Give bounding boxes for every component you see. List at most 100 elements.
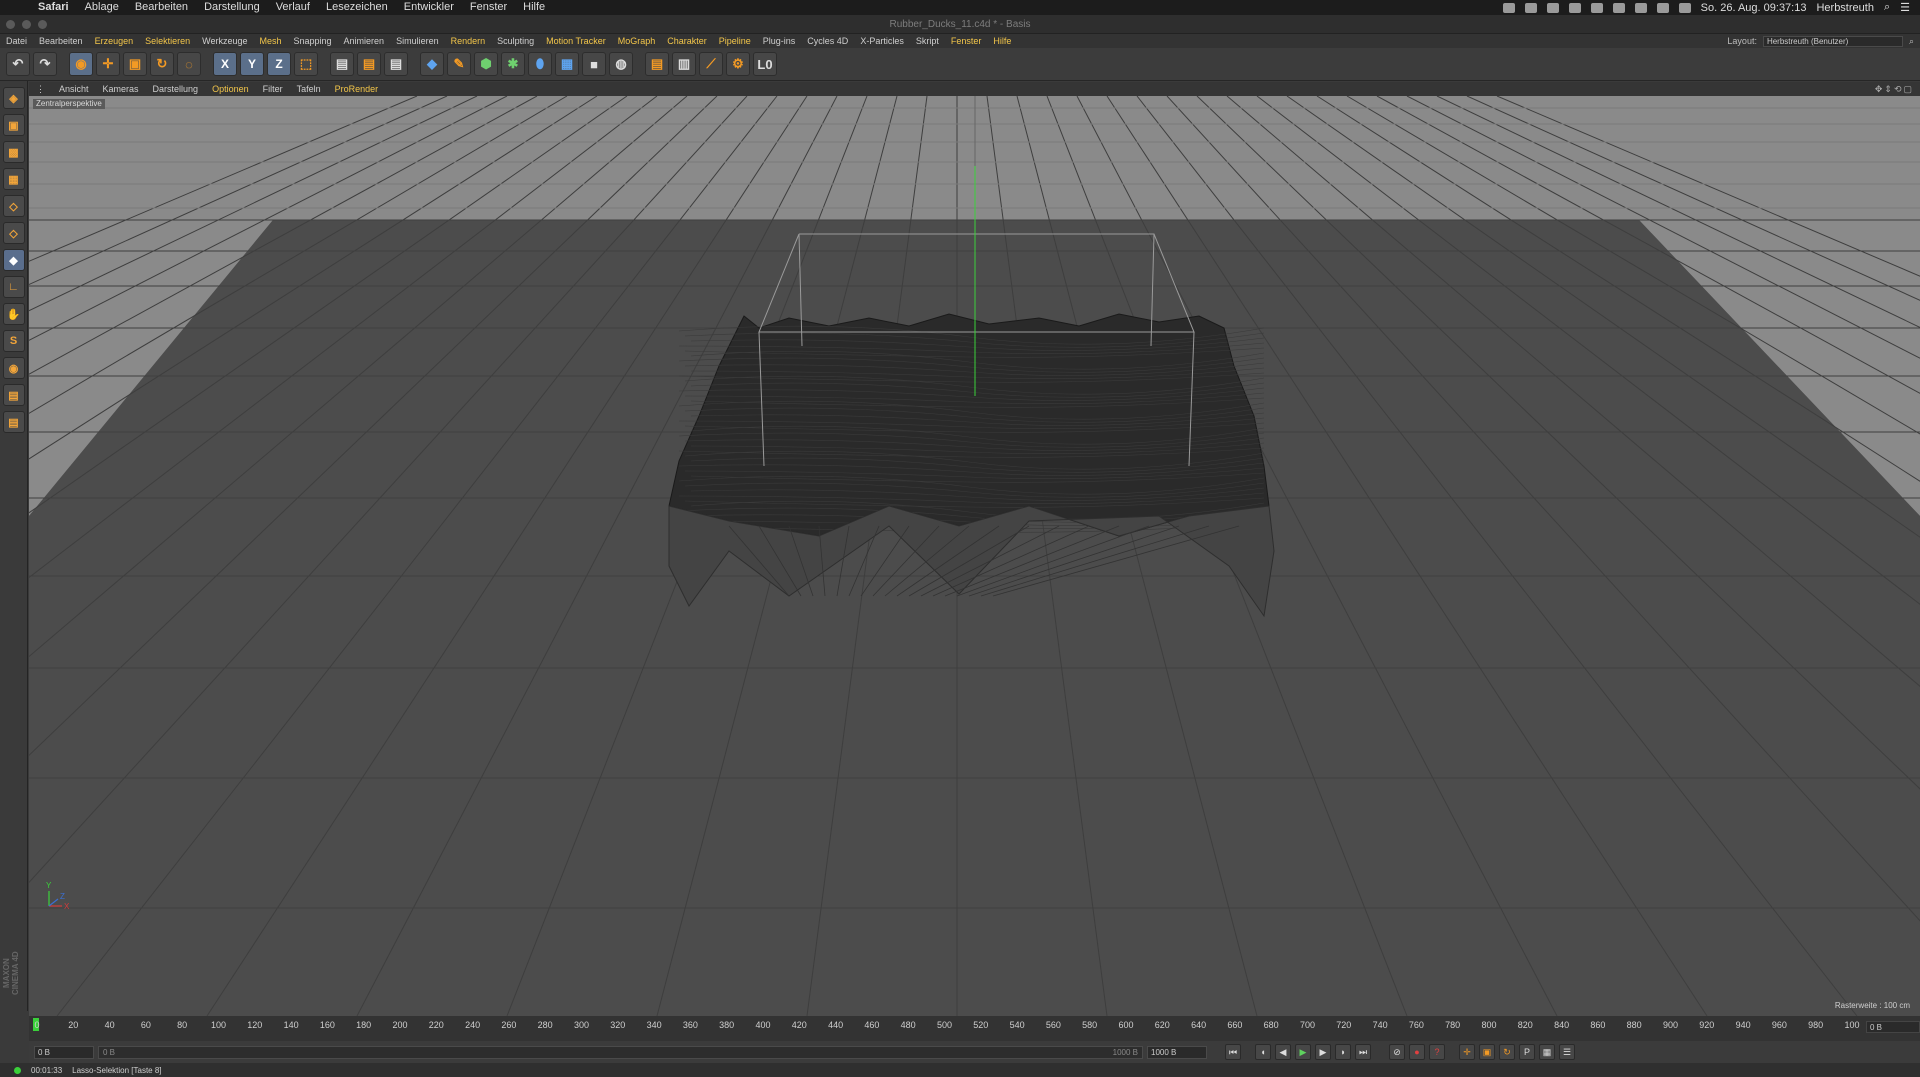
texture-mode-button[interactable]: ▩ xyxy=(2,141,25,163)
z-axis-button[interactable]: Z xyxy=(267,52,291,76)
workplane-mode-button[interactable]: ▦ xyxy=(2,168,25,190)
spotlight-search-icon[interactable]: ⌕ xyxy=(1884,1,1890,14)
shield-icon[interactable] xyxy=(1546,2,1559,13)
menu-darstellung[interactable]: Darstellung xyxy=(196,0,268,15)
c4d-menu-bearbeiten[interactable]: Bearbeiten xyxy=(33,34,89,48)
recent-tool-button[interactable]: ◌ xyxy=(177,52,201,76)
display-icon[interactable] xyxy=(1568,2,1581,13)
menu-ablage[interactable]: Ablage xyxy=(77,0,127,15)
planar-workplane-button[interactable]: ▤ xyxy=(2,411,25,433)
live-selection-button[interactable]: ◉ xyxy=(69,52,93,76)
menu-entwickler[interactable]: Entwickler xyxy=(396,0,462,15)
sketch-toon-button[interactable]: ⚙ xyxy=(726,52,750,76)
snapping-button[interactable]: S xyxy=(2,330,25,352)
c4d-menu-skript[interactable]: Skript xyxy=(910,34,945,48)
cube-primitive-button[interactable]: ◆ xyxy=(420,52,444,76)
c4d-menu-simulieren[interactable]: Simulieren xyxy=(390,34,445,48)
next-frame-button[interactable]: ▶ xyxy=(1315,1044,1331,1060)
render-picture-viewer-button[interactable]: ▤ xyxy=(357,52,381,76)
tweak-mode-button[interactable]: ✋ xyxy=(2,303,25,325)
zoom-window-button[interactable] xyxy=(38,20,47,29)
dropbox-icon[interactable] xyxy=(1502,2,1515,13)
3d-viewport[interactable]: Y XZ Zentralperspektive Rasterweite : 100… xyxy=(29,96,1920,1016)
record-disabled-button[interactable]: ⊘ xyxy=(1389,1044,1405,1060)
menubar-user[interactable]: Herbstreuth xyxy=(1816,2,1873,14)
key-rotation-button[interactable]: ↻ xyxy=(1499,1044,1515,1060)
bluetooth-icon[interactable] xyxy=(1634,2,1647,13)
volume-icon[interactable] xyxy=(1678,2,1691,13)
c4d-menu-motion-tracker[interactable]: Motion Tracker xyxy=(540,34,612,48)
viewport-menu-handle-icon[interactable]: ⋮ xyxy=(29,84,52,95)
go-to-start-button[interactable]: ⏮ xyxy=(1225,1044,1241,1060)
viewport-menu-optionen[interactable]: Optionen xyxy=(205,84,256,94)
c4d-menu-sculpting[interactable]: Sculpting xyxy=(491,34,540,48)
edges-mode-button[interactable]: ◇ xyxy=(2,222,25,244)
menu-bearbeiten[interactable]: Bearbeiten xyxy=(127,0,196,15)
viewport-menu-prorender[interactable]: ProRender xyxy=(328,84,386,94)
c4d-menu-erzeugen[interactable]: Erzeugen xyxy=(89,34,140,48)
play-button[interactable]: ▶ xyxy=(1295,1044,1311,1060)
battery-icon[interactable] xyxy=(1590,2,1603,13)
viewport-navigation-icons[interactable]: ✥⇕⟲▢ xyxy=(1875,84,1920,95)
menu-fenster[interactable]: Fenster xyxy=(462,0,515,15)
previous-key-button[interactable]: ◖ xyxy=(1255,1044,1271,1060)
menubar-clock[interactable]: So. 26. Aug. 09:37:13 xyxy=(1701,2,1807,14)
redo-button[interactable]: ↷ xyxy=(33,52,57,76)
viewport-menu-tafeln[interactable]: Tafeln xyxy=(290,84,328,94)
menu-lesezeichen[interactable]: Lesezeichen xyxy=(318,0,396,15)
coordinate-system-button[interactable]: ⬚ xyxy=(294,52,318,76)
end-frame-field[interactable]: 1000 B xyxy=(1147,1045,1207,1059)
floor-button[interactable]: ▦ xyxy=(555,52,579,76)
render-settings-button[interactable]: ▤ xyxy=(384,52,408,76)
c4d-menu-datei[interactable]: Datei xyxy=(0,34,33,48)
c4d-menu-selektieren[interactable]: Selektieren xyxy=(139,34,196,48)
c4d-menu-pipeline[interactable]: Pipeline xyxy=(713,34,757,48)
search-icon[interactable]: ⌕ xyxy=(1909,36,1914,47)
make-editable-button[interactable]: ◈ xyxy=(2,87,25,109)
cloud-icon[interactable] xyxy=(1524,2,1537,13)
c4d-menu-snapping[interactable]: Snapping xyxy=(288,34,338,48)
camera-label[interactable]: Zentralperspektive xyxy=(33,99,105,109)
c4d-menu-charakter[interactable]: Charakter xyxy=(661,34,713,48)
make-preview-button[interactable]: ▥ xyxy=(672,52,696,76)
c4d-menu-mograph[interactable]: MoGraph xyxy=(612,34,662,48)
notification-center-icon[interactable]: ☰ xyxy=(1900,1,1910,14)
viewport-menu-filter[interactable]: Filter xyxy=(256,84,290,94)
c4d-menu-animieren[interactable]: Animieren xyxy=(338,34,391,48)
viewport-menu-kameras[interactable]: Kameras xyxy=(96,84,146,94)
render-view-button[interactable]: ▤ xyxy=(330,52,354,76)
layer-button[interactable]: L0 xyxy=(753,52,777,76)
minimize-window-button[interactable] xyxy=(22,20,31,29)
current-frame-field[interactable]: 0 B xyxy=(1866,1021,1920,1033)
next-key-button[interactable]: ◗ xyxy=(1335,1044,1351,1060)
deformer-button[interactable]: ⬮ xyxy=(528,52,552,76)
timeline-ruler[interactable]: 0 20 40 60 80 100 120 140 160 180 200 220 240 260 280 3… xyxy=(29,1016,1920,1041)
light-button[interactable]: ◍ xyxy=(609,52,633,76)
c4d-menu-mesh[interactable]: Mesh xyxy=(253,34,287,48)
points-mode-button[interactable]: ◇ xyxy=(2,195,25,217)
model-mode-button[interactable]: ▣ xyxy=(2,114,25,136)
time-machine-icon[interactable] xyxy=(1612,2,1625,13)
c4d-menu-werkzeuge[interactable]: Werkzeuge xyxy=(196,34,253,48)
close-window-button[interactable] xyxy=(6,20,15,29)
rotate-tool-button[interactable]: ↻ xyxy=(150,52,174,76)
key-pla-button[interactable]: ▦ xyxy=(1539,1044,1555,1060)
menu-app-safari[interactable]: Safari xyxy=(30,0,77,15)
cloner-button[interactable]: ✱ xyxy=(501,52,525,76)
c4d-menu-cycles-4d[interactable]: Cycles 4D xyxy=(801,34,854,48)
key-parameter-button[interactable]: P xyxy=(1519,1044,1535,1060)
camera-button[interactable]: ■ xyxy=(582,52,606,76)
c4d-menu-hilfe[interactable]: Hilfe xyxy=(987,34,1017,48)
menu-hilfe[interactable]: Hilfe xyxy=(515,0,553,15)
subdivision-button[interactable]: ⬢ xyxy=(474,52,498,76)
c4d-menu-plug-ins[interactable]: Plug-ins xyxy=(757,34,802,48)
layout-dropdown[interactable]: Herbstreuth (Benutzer) xyxy=(1762,35,1903,47)
frame-ruler[interactable]: 0 20 40 60 80 100 120 140 160 180 200 220 240 260 280 3… xyxy=(29,1016,1889,1041)
key-scale-button[interactable]: ▣ xyxy=(1479,1044,1495,1060)
go-to-end-button[interactable]: ⏭ xyxy=(1355,1044,1371,1060)
x-axis-button[interactable]: X xyxy=(213,52,237,76)
viewport-scene[interactable]: Y XZ xyxy=(29,96,1920,1016)
c4d-menu-x-particles[interactable]: X-Particles xyxy=(854,34,910,48)
lock-workplane-button[interactable]: ▤ xyxy=(2,384,25,406)
key-position-button[interactable]: ✛ xyxy=(1459,1044,1475,1060)
